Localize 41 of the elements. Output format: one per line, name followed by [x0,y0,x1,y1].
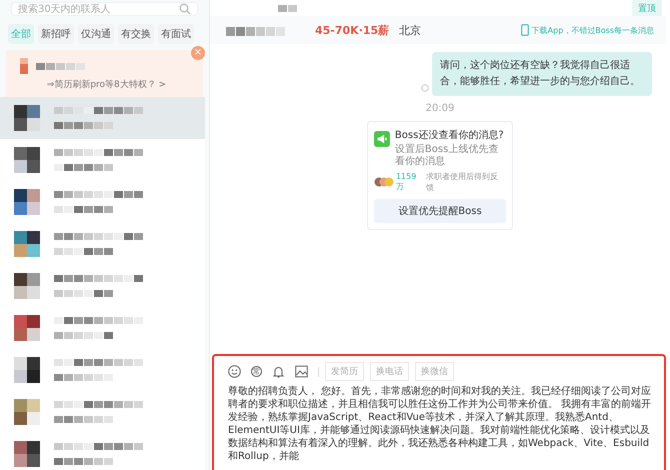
pixelated-avatar [14,189,40,215]
common-phrases-icon[interactable]: 常 [251,366,262,377]
pixelated-text [278,4,297,12]
filter-tab[interactable]: 新招呼 [38,24,74,44]
filter-tab[interactable]: 仅沟通 [78,24,114,44]
feedback-text: 求职者使用后得到反馈 [426,171,500,193]
filter-tab[interactable]: 有面试 [158,24,194,44]
megaphone-icon [374,128,390,150]
contact-item[interactable] [0,97,205,139]
pixelated-avatar [14,147,40,173]
salary-text: 45-70K·15薪 [315,22,390,38]
app-download-link[interactable]: 下载App，不错过Boss每一条消息 [532,24,654,36]
message-input-field[interactable]: 尊敬的招聘负责人， 您好。首先，非常感谢您的时间和对我的关注。我已经仔细阅读了公司对应聘者的要求和职位描述，并且相信我可以胜任这份工作并为公司带来价值。 我拥有丰富的前端开发经验，熟练掌握JavaScript、React和Vue等技术，并深入了解其原理。我熟悉Antd、ElementUI等UI库，并能够通过阅读源码快速解决问题。我对前端性能优化策略、设计模式以及数据结构和算法有着深入的理解。此外，我还熟悉各种构建工具，如Webpack、Vite、Esbuild和Rollup，并能 [228,385,654,463]
promo-logo-icon [20,58,28,74]
card-title: Boss还没查看你的消息? [394,128,505,142]
filter-tab[interactable]: 全部 [8,24,34,44]
city-text: 北京 [399,22,422,38]
bell-icon[interactable] [272,365,285,378]
pin-button[interactable]: 置顶 [632,0,662,16]
phone-icon [520,24,529,36]
pixelated-avatar [14,399,40,425]
pixelated-text [226,26,285,34]
pixelated-avatar [14,357,40,383]
pixelated-avatar [14,231,40,257]
user-count: 1159万 [396,172,418,192]
smiley-icon[interactable] [228,365,241,378]
user-avatars-icon [374,177,394,187]
image-icon[interactable] [295,365,308,378]
card-description: 设置后Boss上线优先查看你的消息 [394,144,500,168]
pixelated-avatar [14,315,40,341]
search-field[interactable]: 搜索30天内的联系人 [12,3,197,15]
pixelated-avatar [14,441,40,467]
message-bubble: 请问，这个岗位还有空缺？我觉得自己很适合，能够胜任，希望进一步的与您介绍自己。 [432,52,652,96]
timestamp: 20:09 [426,103,454,114]
pixelated-avatar [14,105,40,131]
filter-tab[interactable]: 有交换 [118,24,154,44]
pixelated-avatar [14,273,40,299]
remind-boss-button[interactable]: 设置优先提醒Boss [374,199,506,223]
search-icon [179,3,191,15]
promo-text: ⇒简历刷新pro等8大特权？ > [46,78,166,91]
pixelated-text [36,62,85,70]
